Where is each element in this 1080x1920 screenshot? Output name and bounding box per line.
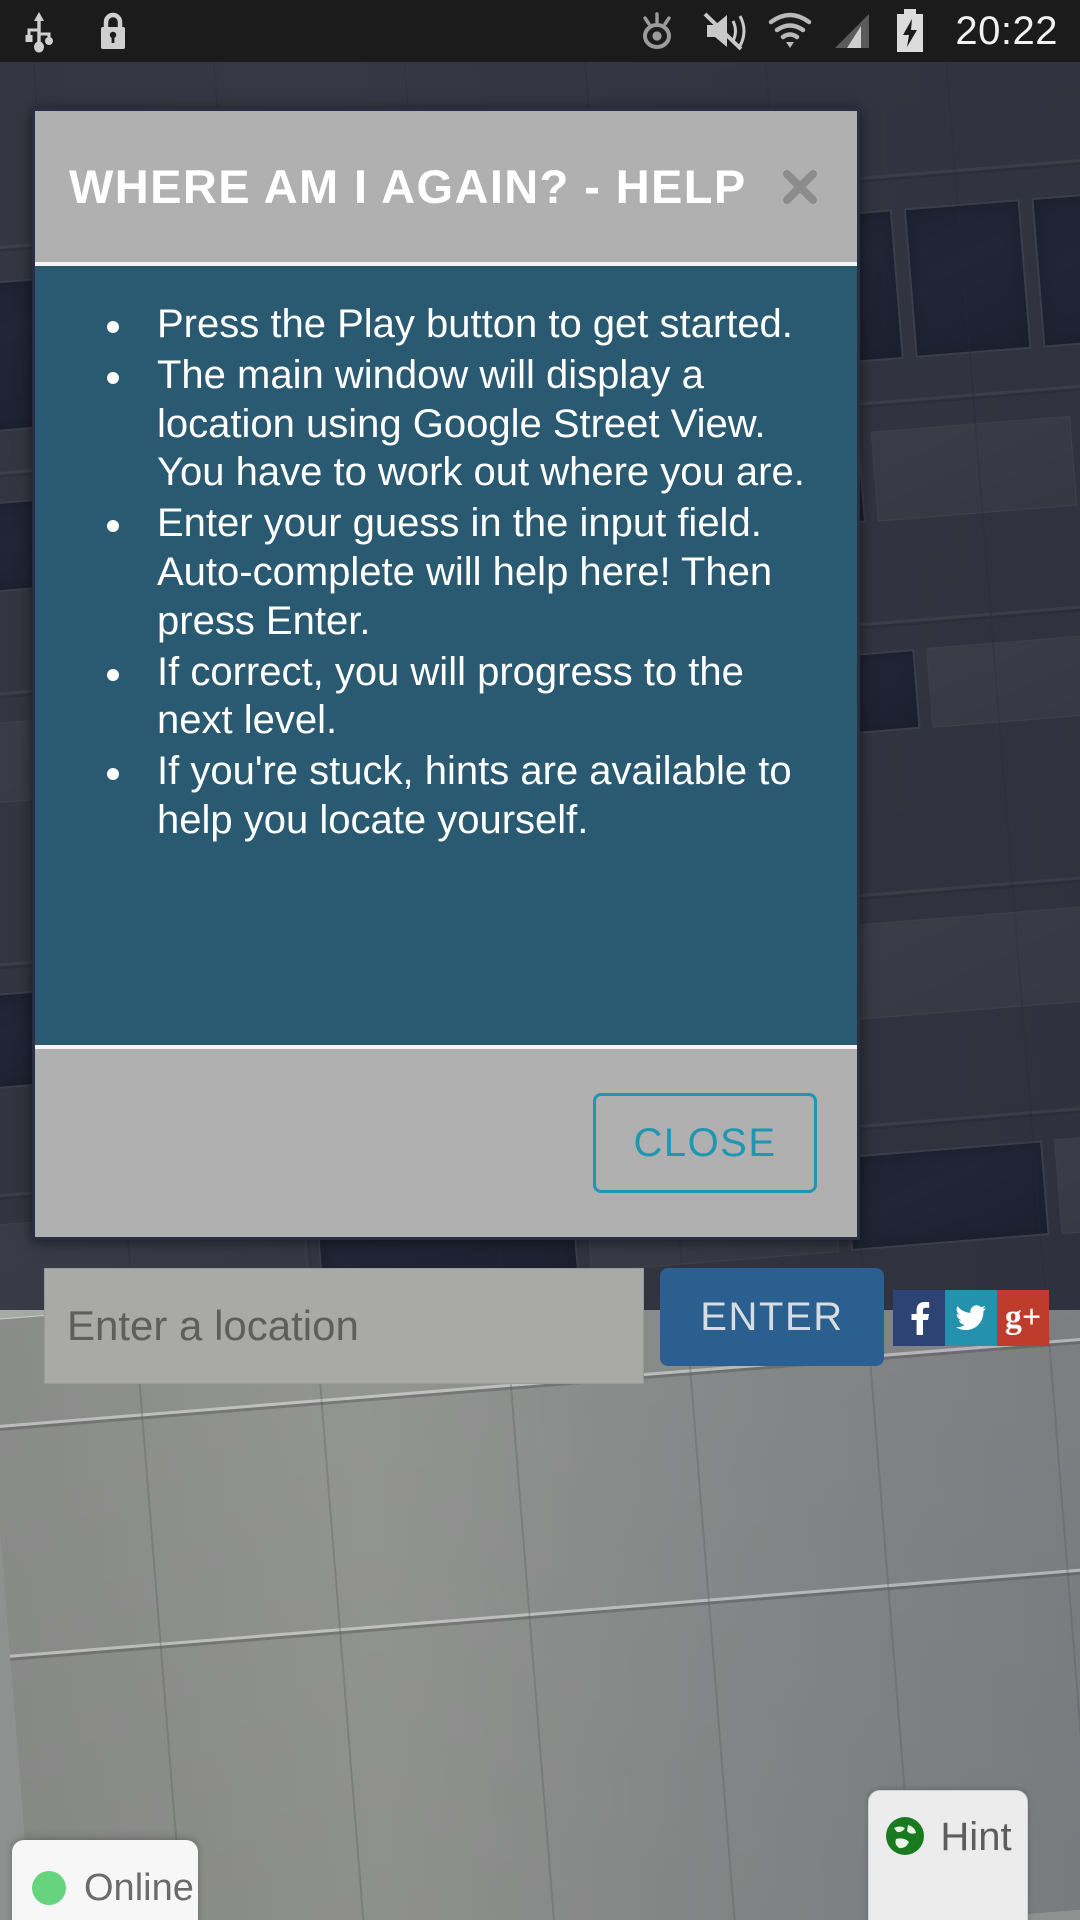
close-x-icon[interactable] bbox=[777, 164, 823, 210]
android-status-bar: 20:22 bbox=[0, 0, 1080, 62]
eye-icon bbox=[635, 10, 679, 52]
wifi-icon bbox=[767, 9, 813, 53]
cell-signal-icon bbox=[831, 10, 875, 52]
mute-vibrate-icon bbox=[697, 9, 749, 53]
battery-charging-icon bbox=[893, 8, 927, 54]
dialog-title: WHERE AM I AGAIN? - HELP bbox=[69, 160, 747, 213]
social-share-group: g+ bbox=[893, 1290, 1049, 1346]
hint-button[interactable]: Hint bbox=[868, 1790, 1028, 1920]
twitter-share-button[interactable] bbox=[945, 1290, 997, 1346]
globe-icon bbox=[884, 1815, 926, 1862]
close-button[interactable]: CLOSE bbox=[593, 1093, 817, 1193]
list-item: Enter your guess in the input field. Aut… bbox=[69, 499, 823, 645]
location-input[interactable] bbox=[44, 1268, 644, 1384]
list-item: If correct, you will progress to the nex… bbox=[69, 648, 823, 746]
facebook-share-button[interactable] bbox=[893, 1290, 945, 1346]
chat-status-widget[interactable]: Online bbox=[12, 1840, 198, 1920]
dialog-footer: CLOSE bbox=[35, 1045, 857, 1237]
list-item: If you're stuck, hints are available to … bbox=[69, 747, 823, 845]
guess-bar: ENTER bbox=[44, 1268, 884, 1384]
dialog-body: Press the Play button to get started. Th… bbox=[35, 266, 857, 1045]
googleplus-share-button[interactable]: g+ bbox=[997, 1290, 1049, 1346]
usb-icon bbox=[22, 8, 56, 54]
online-status-dot bbox=[32, 1871, 66, 1905]
online-status-label: Online bbox=[84, 1866, 194, 1909]
help-instruction-list: Press the Play button to get started. Th… bbox=[69, 300, 823, 845]
dialog-header: WHERE AM I AGAIN? - HELP bbox=[35, 111, 857, 266]
phone-screen: 20:22 WHERE AM I AGAIN? - HELP Press the… bbox=[0, 0, 1080, 1920]
list-item: The main window will display a location … bbox=[69, 351, 823, 497]
hint-label: Hint bbox=[940, 1815, 1012, 1859]
enter-button[interactable]: ENTER bbox=[660, 1268, 884, 1366]
help-dialog: WHERE AM I AGAIN? - HELP Press the Play … bbox=[32, 108, 860, 1240]
lock-icon bbox=[96, 9, 130, 53]
status-clock: 20:22 bbox=[955, 9, 1058, 53]
list-item: Press the Play button to get started. bbox=[69, 300, 823, 349]
